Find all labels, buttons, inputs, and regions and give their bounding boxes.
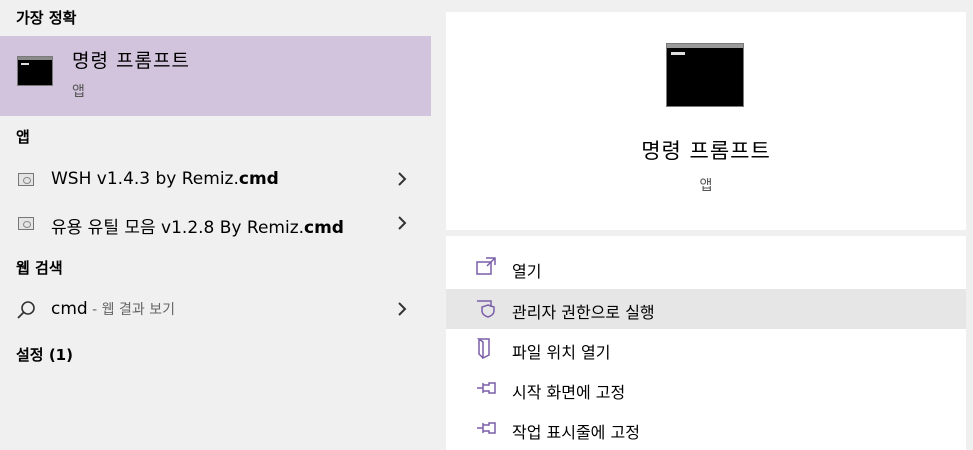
action-run-as-admin[interactable]: 관리자 권한으로 실행	[446, 289, 966, 329]
app-result-label: 유용 유틸 모음 v1.2.8 By Remiz.cmd	[51, 218, 344, 238]
action-label: 작업 표시줄에 고정	[512, 423, 640, 442]
app-preview-card: 명령 프롬프트 앱	[446, 12, 966, 230]
script-file-icon	[18, 173, 34, 186]
chevron-right-icon[interactable]	[394, 214, 410, 232]
command-prompt-large-icon	[666, 43, 744, 107]
chevron-right-icon[interactable]	[394, 170, 410, 188]
search-icon	[17, 301, 35, 319]
action-label: 파일 위치 열기	[512, 343, 611, 362]
chevron-right-icon[interactable]	[394, 300, 410, 318]
best-match-command-prompt[interactable]: 명령 프롬프트 앱	[0, 36, 431, 116]
action-label: 열기	[512, 262, 542, 281]
search-results-pane: 가장 정확 명령 프롬프트 앱 앱 WSH v1.4.3 by Remiz.cm…	[0, 0, 431, 450]
action-pin-to-start[interactable]: 시작 화면에 고정	[446, 369, 966, 409]
best-match-header: 가장 정확	[16, 9, 77, 27]
pin-icon	[477, 422, 496, 434]
action-label: 관리자 권한으로 실행	[512, 303, 655, 322]
action-label: 시작 화면에 고정	[512, 383, 626, 402]
app-detail-pane: 명령 프롬프트 앱 열기 관리자 권한으로 실행 파일 위치 열기 시작 화면에…	[446, 0, 966, 450]
command-prompt-icon	[17, 56, 53, 86]
script-file-icon	[18, 217, 34, 230]
action-list: 열기 관리자 권한으로 실행 파일 위치 열기 시작 화면에 고정 작업 표시줄…	[446, 236, 966, 450]
web-search-header: 웹 검색	[16, 259, 63, 277]
app-subtitle: 앱	[699, 178, 713, 194]
open-icon	[476, 257, 496, 275]
best-match-subtitle: 앱	[72, 84, 85, 100]
action-open-file-location[interactable]: 파일 위치 열기	[446, 329, 966, 369]
app-result-utilities[interactable]: 유용 유틸 모음 v1.2.8 By Remiz.cmd	[0, 202, 431, 244]
app-title: 명령 프롬프트	[641, 139, 771, 163]
file-location-icon	[476, 338, 490, 359]
web-search-result[interactable]: cmd - 웹 결과 보기	[0, 288, 431, 330]
pin-icon	[477, 382, 496, 394]
best-match-title: 명령 프롬프트	[72, 50, 190, 72]
app-result-label: WSH v1.4.3 by Remiz.cmd	[51, 169, 279, 189]
shield-icon	[477, 300, 495, 318]
action-pin-to-taskbar[interactable]: 작업 표시줄에 고정	[446, 409, 966, 449]
web-search-label: cmd - 웹 결과 보기	[51, 299, 175, 319]
settings-header[interactable]: 설정 (1)	[16, 344, 73, 365]
apps-header: 앱	[16, 128, 30, 146]
action-open[interactable]: 열기	[446, 248, 966, 288]
app-result-wsh[interactable]: WSH v1.4.3 by Remiz.cmd	[0, 158, 431, 200]
